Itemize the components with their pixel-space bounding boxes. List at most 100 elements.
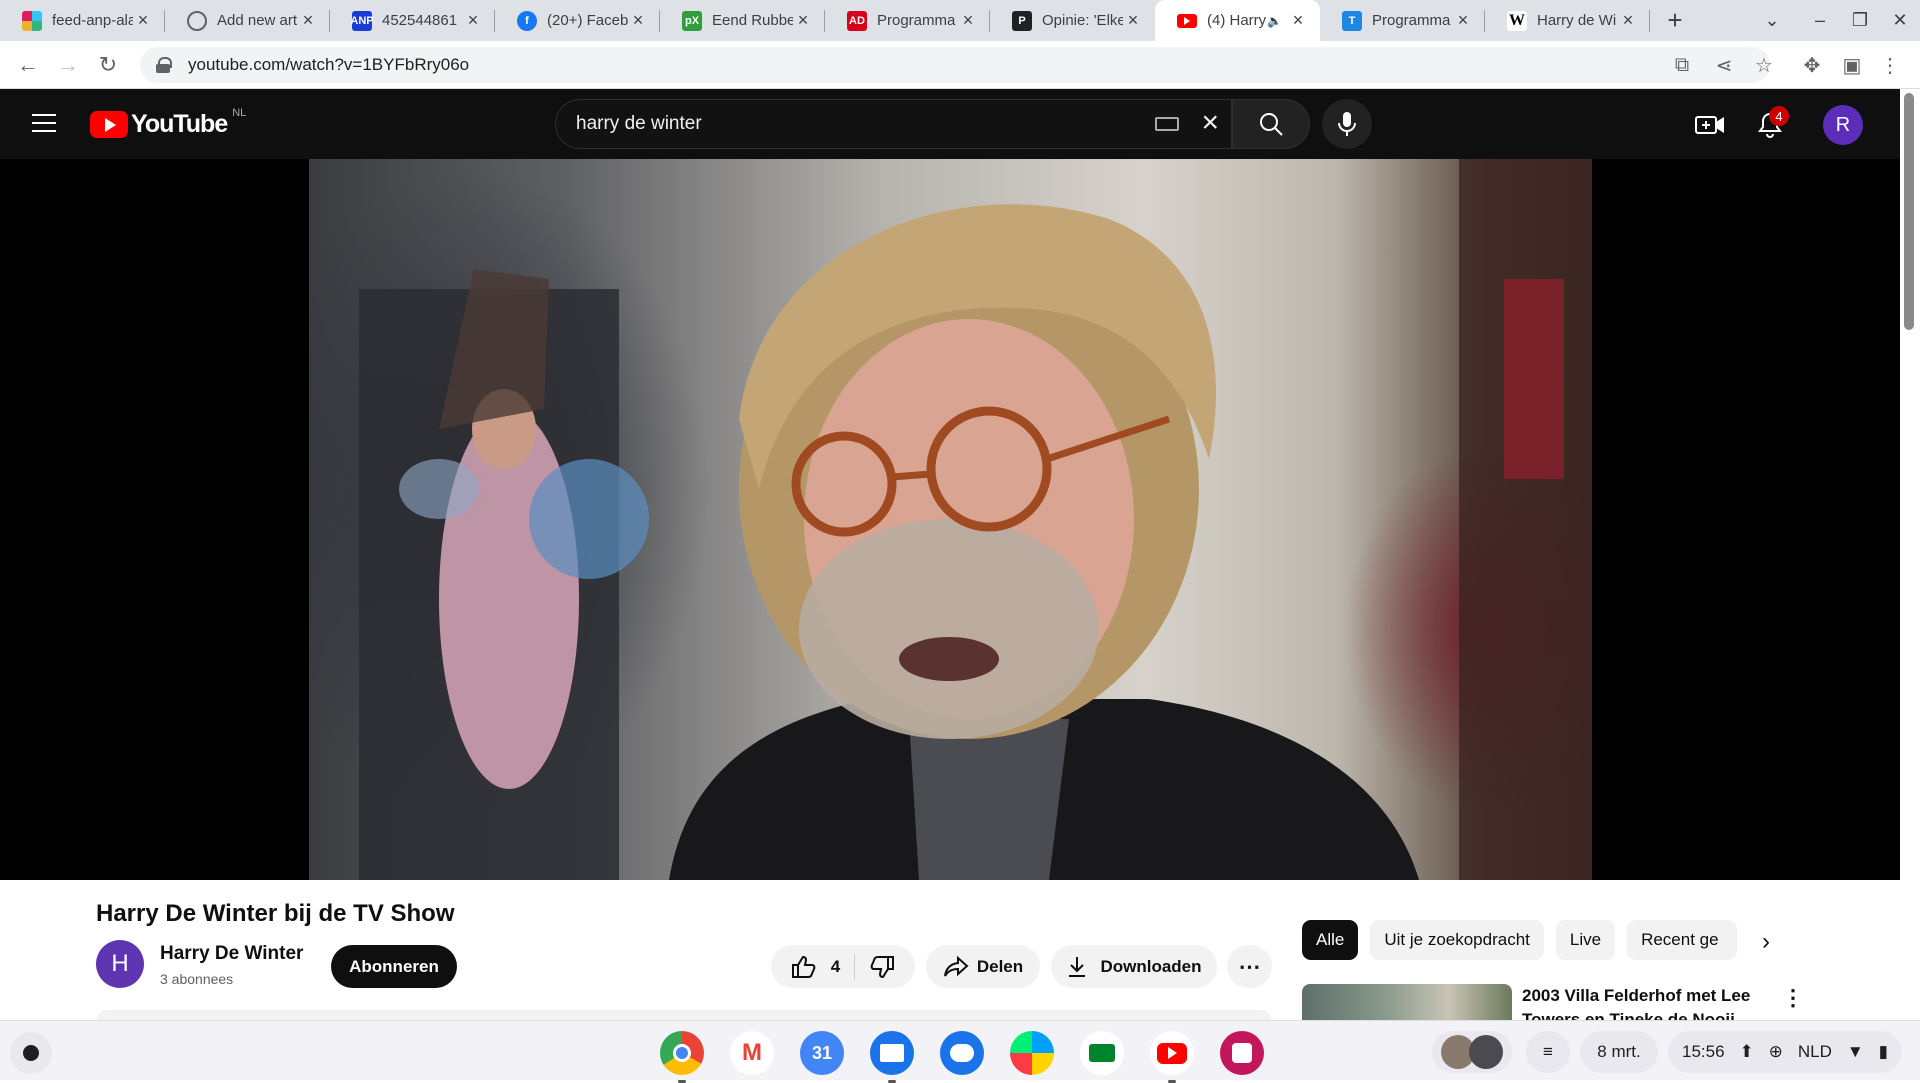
close-tab-icon[interactable]: × bbox=[1618, 10, 1638, 31]
url-text: youtube.com/watch?v=1BYFbRry06o bbox=[188, 55, 470, 74]
share-button[interactable]: Delen bbox=[926, 945, 1040, 988]
browser-tab[interactable]: T Programma × bbox=[1320, 0, 1485, 41]
youtube-logo[interactable]: YouTube NL bbox=[90, 107, 246, 139]
close-tab-icon[interactable]: × bbox=[958, 10, 978, 31]
address-bar[interactable]: youtube.com/watch?v=1BYFbRry06o bbox=[140, 47, 1770, 83]
filter-chip[interactable]: Alle bbox=[1302, 920, 1359, 960]
tab-title: Opinie: 'Elke bbox=[1042, 12, 1123, 29]
input-language: NLD bbox=[1797, 1042, 1832, 1061]
channel-avatar[interactable]: H bbox=[96, 940, 144, 988]
status-tray[interactable]: 15:56 ⬆ ⊕ NLD ▼ ▮ bbox=[1668, 1031, 1902, 1073]
filter-chips: Alle Uit je zoekopdracht Live Recent ge bbox=[1302, 920, 1749, 960]
speaker-icon[interactable]: 🔈 bbox=[1267, 14, 1282, 28]
menu-icon[interactable] bbox=[32, 114, 56, 132]
restore-icon[interactable]: ❐ bbox=[1840, 0, 1880, 41]
browser-toolbar: ← → ↻ youtube.com/watch?v=1BYFbRry06o ⧉ … bbox=[0, 41, 1920, 89]
holding-space-thumbnails[interactable] bbox=[1432, 1031, 1512, 1073]
share-arrow-icon bbox=[943, 955, 969, 977]
clear-search-icon[interactable]: × bbox=[1201, 108, 1219, 138]
close-tab-icon[interactable]: × bbox=[1123, 10, 1143, 31]
filter-chip[interactable]: Live bbox=[1555, 920, 1616, 960]
p-icon: P bbox=[1012, 10, 1032, 31]
gallery-icon[interactable] bbox=[1220, 1031, 1264, 1075]
youtube-app-icon[interactable] bbox=[1150, 1031, 1194, 1083]
browser-tab[interactable]: feed-anp-ala × bbox=[0, 0, 165, 41]
tab-title: feed-anp-ala bbox=[52, 12, 133, 29]
browser-tab[interactable]: P Opinie: 'Elke × bbox=[990, 0, 1155, 41]
meet-icon[interactable] bbox=[1080, 1031, 1124, 1075]
slack-icon bbox=[22, 10, 42, 31]
thumbs-down-icon bbox=[870, 955, 895, 978]
play-store-icon[interactable] bbox=[1010, 1031, 1054, 1075]
messages-icon[interactable] bbox=[940, 1031, 984, 1075]
scrollbar-thumb[interactable] bbox=[1904, 93, 1914, 330]
video-frame[interactable] bbox=[309, 159, 1592, 880]
launcher-button[interactable] bbox=[10, 1032, 52, 1074]
keyboard-icon[interactable] bbox=[1155, 117, 1179, 131]
video-still-image bbox=[359, 159, 1592, 880]
files-icon[interactable] bbox=[870, 1031, 914, 1083]
close-window-icon[interactable]: ✕ bbox=[1880, 0, 1920, 41]
close-tab-icon[interactable]: × bbox=[1453, 10, 1473, 31]
calendar-icon[interactable]: 31 bbox=[800, 1031, 844, 1075]
like-button[interactable]: 4 bbox=[791, 955, 840, 979]
tab-search-icon[interactable]: ⌄ bbox=[1752, 0, 1792, 41]
playlist-icon[interactable]: ≡ bbox=[1526, 1031, 1570, 1073]
close-tab-icon[interactable]: × bbox=[793, 10, 813, 31]
back-icon[interactable]: ← bbox=[12, 49, 44, 81]
forward-icon[interactable]: → bbox=[52, 49, 84, 81]
browser-tab[interactable]: W Harry de Wi × bbox=[1485, 0, 1650, 41]
globe-icon bbox=[187, 10, 207, 31]
voice-search-button[interactable] bbox=[1322, 99, 1372, 149]
download-button[interactable]: Downloaden bbox=[1051, 945, 1217, 988]
subscribe-button[interactable]: Abonneren bbox=[331, 945, 457, 988]
filter-chip[interactable]: Uit je zoekopdracht bbox=[1370, 920, 1544, 960]
page-scrollbar[interactable] bbox=[1900, 89, 1920, 1080]
os-shelf: M 31 ≡ 8 mrt. 15:56 ⬆ ⊕ NLD ▼ ▮ bbox=[0, 1020, 1920, 1083]
account-avatar[interactable]: R bbox=[1823, 105, 1863, 145]
close-tab-icon[interactable]: × bbox=[133, 10, 153, 31]
open-in-app-icon[interactable]: ⧉ bbox=[1666, 49, 1698, 81]
close-tab-icon[interactable]: × bbox=[298, 10, 318, 31]
date-tray[interactable]: 8 mrt. bbox=[1580, 1031, 1658, 1073]
facebook-icon: f bbox=[517, 10, 537, 31]
search-input[interactable]: harry de winter × bbox=[555, 99, 1232, 149]
notification-badge: 4 bbox=[1769, 106, 1789, 126]
more-actions-button[interactable]: ⋯ bbox=[1227, 945, 1272, 988]
search-icon bbox=[1260, 113, 1283, 136]
dislike-button[interactable] bbox=[869, 955, 895, 979]
gmail-icon[interactable]: M bbox=[730, 1031, 774, 1075]
like-divider bbox=[854, 953, 856, 980]
share-icon[interactable]: ⋖ bbox=[1708, 49, 1740, 81]
browser-tab[interactable]: pX Eend Rubber × bbox=[660, 0, 825, 41]
lock-icon[interactable] bbox=[156, 57, 172, 73]
wifi-icon: ▼ bbox=[1846, 1042, 1864, 1061]
chrome-icon[interactable] bbox=[660, 1031, 704, 1083]
browser-tab[interactable]: f (20+) Facebo × bbox=[495, 0, 660, 41]
minimize-icon[interactable]: – bbox=[1800, 0, 1840, 41]
bookmark-star-icon[interactable]: ☆ bbox=[1748, 49, 1780, 81]
close-tab-icon[interactable]: × bbox=[1288, 10, 1308, 31]
browser-tab[interactable]: Add new arti × bbox=[165, 0, 330, 41]
browser-tab[interactable]: AD Programma × bbox=[825, 0, 990, 41]
channel-name[interactable]: Harry De Winter bbox=[160, 943, 303, 965]
more-horizontal-icon: ⋯ bbox=[1238, 953, 1261, 979]
search-button[interactable] bbox=[1232, 99, 1310, 149]
browser-tab[interactable]: (4) Harry 🔈 × bbox=[1155, 0, 1320, 41]
new-tab-button[interactable]: + bbox=[1650, 0, 1700, 41]
create-video-icon[interactable] bbox=[1694, 109, 1726, 141]
extensions-icon[interactable]: ✥ bbox=[1796, 49, 1828, 81]
side-panel-icon[interactable]: ▣ bbox=[1836, 49, 1868, 81]
youtube-icon bbox=[1177, 13, 1197, 28]
tab-strip: feed-anp-ala × Add new arti × ANP 452544861 × f… bbox=[0, 0, 1920, 41]
thumbnail-2 bbox=[1469, 1035, 1503, 1069]
recommended-more-icon[interactable]: ⋮ bbox=[1782, 985, 1804, 1011]
browser-menu-icon[interactable]: ⋮ bbox=[1874, 49, 1906, 81]
close-tab-icon[interactable]: × bbox=[628, 10, 648, 31]
video-player[interactable] bbox=[0, 159, 1900, 880]
reload-icon[interactable]: ↻ bbox=[92, 49, 124, 81]
close-tab-icon[interactable]: × bbox=[463, 10, 483, 31]
chevron-right-icon[interactable]: › bbox=[1762, 928, 1770, 956]
browser-tab[interactable]: ANP 452544861 × bbox=[330, 0, 495, 41]
filter-chip[interactable]: Recent ge bbox=[1627, 920, 1738, 960]
